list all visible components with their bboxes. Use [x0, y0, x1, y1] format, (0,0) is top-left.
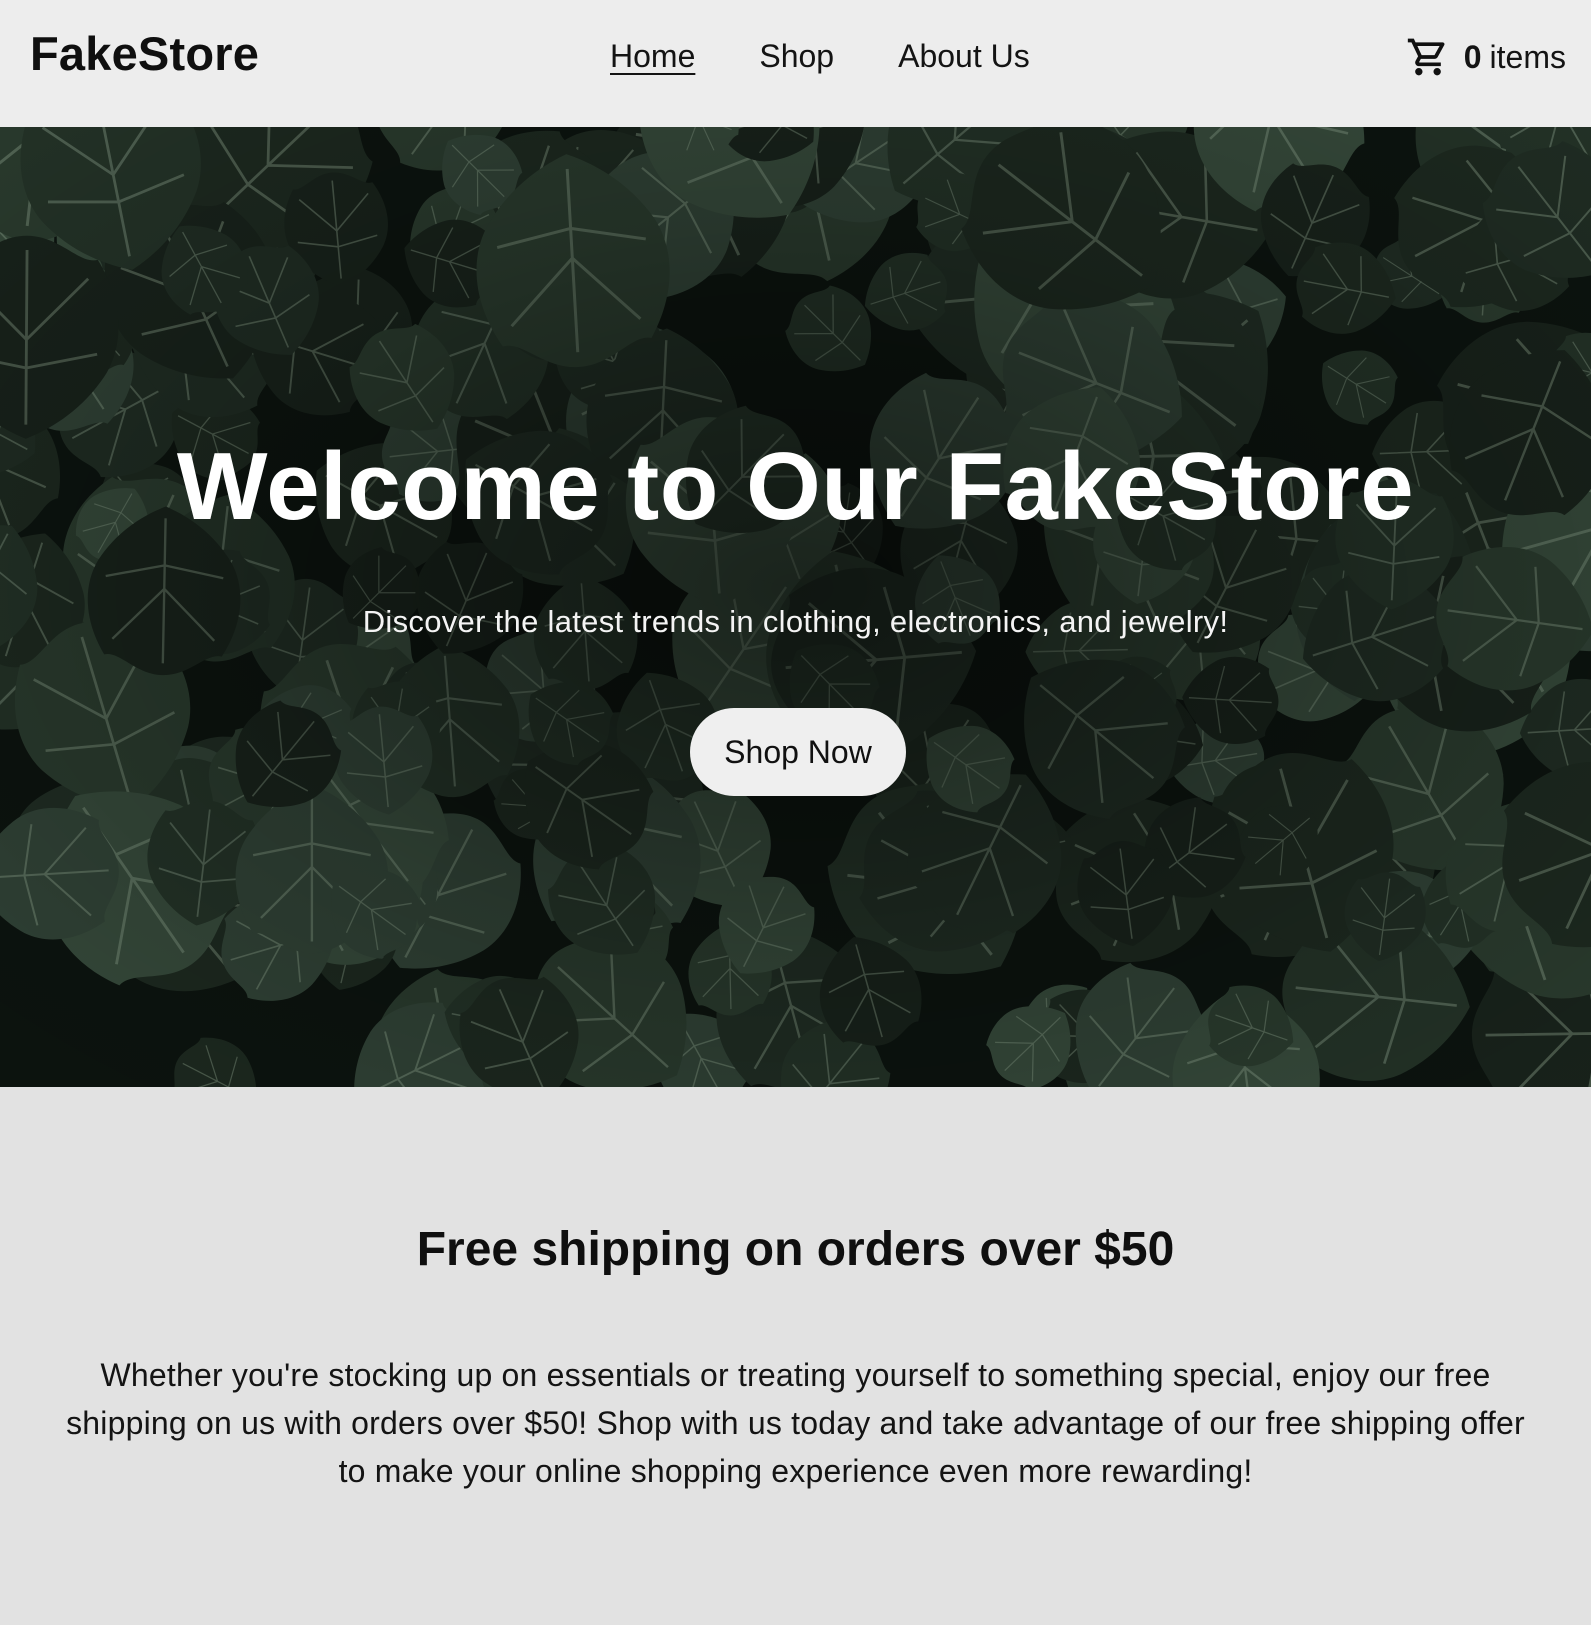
site-logo[interactable]: FakeStore [30, 30, 259, 77]
cart-icon [1407, 38, 1445, 76]
cart-summary: 0 items [1464, 41, 1566, 73]
nav-link-home[interactable]: Home [610, 40, 695, 72]
cart-button[interactable]: 0 items [1406, 34, 1566, 80]
page: FakeStore Home Shop About Us 0 items Wel… [0, 0, 1591, 1625]
cart-label: items [1489, 39, 1566, 75]
main-nav: Home Shop About Us [610, 40, 1030, 72]
hero-subtitle: Discover the latest trends in clothing, … [362, 604, 1229, 639]
promo-title: Free shipping on orders over $50 [416, 1223, 1175, 1276]
nav-link-shop[interactable]: Shop [759, 40, 834, 72]
site-header: FakeStore Home Shop About Us 0 items [0, 0, 1591, 127]
nav-link-about-us[interactable]: About Us [898, 40, 1030, 72]
cart-count: 0 [1463, 39, 1482, 75]
shop-now-button[interactable]: Shop Now [690, 708, 906, 796]
hero-section: Welcome to Our FakeStore Discover the la… [0, 127, 1591, 1087]
hero-title: Welcome to Our FakeStore [176, 433, 1415, 540]
shipping-promo-section: Free shipping on orders over $50 Whether… [0, 1087, 1591, 1625]
promo-body: Whether you're stocking up on essentials… [66, 1357, 1525, 1489]
